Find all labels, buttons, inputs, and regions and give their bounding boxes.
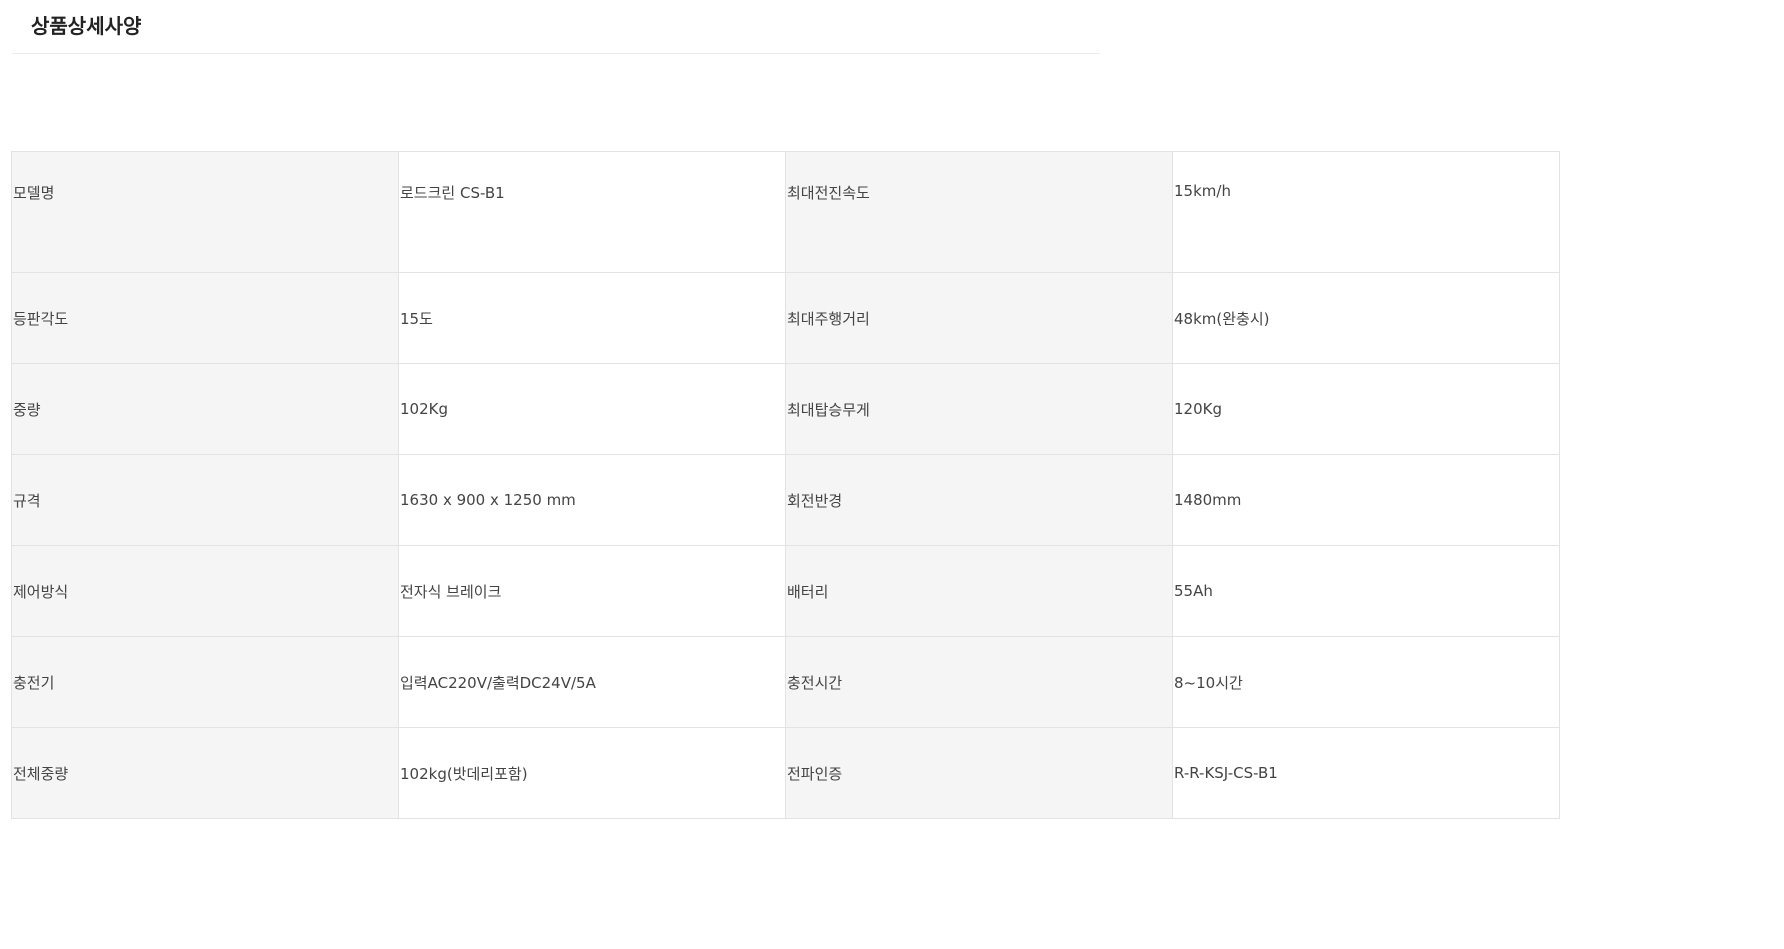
spec-label: 전체중량 — [13, 764, 69, 783]
spec-row: 전체중량 102kg(밧데리포함) 전파인증 R-R-KSJ-CS-B1 — [11, 727, 1560, 819]
spec-label: 최대주행거리 — [787, 309, 870, 328]
spec-row: 규격 1630 x 900 x 1250 mm 회전반경 1480mm — [11, 454, 1560, 546]
spec-value: 1480mm — [1174, 491, 1242, 509]
spec-label-cell: 규격 — [11, 454, 399, 546]
spec-value: 15도 — [400, 309, 433, 328]
spec-label-cell: 최대탑승무게 — [785, 363, 1173, 455]
spec-value: 120Kg — [1174, 400, 1222, 418]
spec-row: 등판각도 15도 최대주행거리 48km(완충시) — [11, 272, 1560, 364]
spec-value: 입력AC220V/출력DC24V/5A — [400, 673, 596, 692]
spec-label: 충전기 — [13, 673, 55, 692]
spec-label-cell: 최대주행거리 — [785, 272, 1173, 364]
spec-value-cell: 102Kg — [398, 363, 786, 455]
spec-label-cell: 회전반경 — [785, 454, 1173, 546]
spec-label: 중량 — [13, 400, 41, 419]
spec-label-cell: 중량 — [11, 363, 399, 455]
spec-label-cell: 충전시간 — [785, 636, 1173, 728]
spec-row: 제어방식 전자식 브레이크 배터리 55Ah — [11, 545, 1560, 637]
spec-value-cell: 1630 x 900 x 1250 mm — [398, 454, 786, 546]
spec-value: 전자식 브레이크 — [400, 582, 502, 601]
spec-label-cell: 제어방식 — [11, 545, 399, 637]
spec-row: 모델명 로드크린 CS-B1 최대전진속도 15km/h — [11, 151, 1560, 273]
spec-value: 48km(완충시) — [1174, 309, 1270, 328]
spec-label: 충전시간 — [787, 673, 843, 692]
spec-label-cell: 최대전진속도 — [785, 151, 1173, 273]
spec-value: 1630 x 900 x 1250 mm — [400, 491, 576, 509]
spec-label-cell: 충전기 — [11, 636, 399, 728]
spec-label-cell: 전파인증 — [785, 727, 1173, 819]
spec-value-cell: 55Ah — [1172, 545, 1560, 637]
spec-value-cell: 15km/h — [1172, 151, 1560, 273]
spec-value-cell: 로드크린 CS-B1 — [398, 151, 786, 273]
spec-label: 회전반경 — [787, 491, 843, 510]
spec-value: 55Ah — [1174, 582, 1213, 600]
spec-value-cell: R-R-KSJ-CS-B1 — [1172, 727, 1560, 819]
section-title: 상품상세사양 — [31, 14, 142, 38]
spec-label: 등판각도 — [13, 309, 69, 328]
spec-label-cell: 모델명 — [11, 151, 399, 273]
spec-label: 최대탑승무게 — [787, 400, 870, 419]
spec-value-cell: 120Kg — [1172, 363, 1560, 455]
spec-value-cell: 전자식 브레이크 — [398, 545, 786, 637]
spec-label: 규격 — [13, 491, 41, 510]
spec-value: 102kg(밧데리포함) — [400, 764, 528, 783]
spec-value: 8~10시간 — [1174, 673, 1243, 692]
spec-row: 중량 102Kg 최대탑승무게 120Kg — [11, 363, 1560, 455]
spec-label: 모델명 — [13, 184, 55, 202]
spec-value-cell: 102kg(밧데리포함) — [398, 727, 786, 819]
spec-label-cell: 등판각도 — [11, 272, 399, 364]
spec-table: 모델명 로드크린 CS-B1 최대전진속도 15km/h 등판각도 15도 최대… — [11, 151, 1560, 819]
spec-value: R-R-KSJ-CS-B1 — [1174, 764, 1278, 782]
spec-label-cell: 배터리 — [785, 545, 1173, 637]
spec-label: 배터리 — [787, 582, 829, 601]
section-header: 상품상세사양 — [12, 0, 1100, 54]
spec-value-cell: 48km(완충시) — [1172, 272, 1560, 364]
spec-value: 102Kg — [400, 400, 448, 418]
spec-label-cell: 전체중량 — [11, 727, 399, 819]
spec-label: 전파인증 — [787, 764, 843, 783]
spec-value: 로드크린 CS-B1 — [400, 184, 505, 202]
spec-value: 15km/h — [1174, 182, 1231, 200]
spec-label: 제어방식 — [13, 582, 69, 601]
spec-value-cell: 15도 — [398, 272, 786, 364]
spec-label: 최대전진속도 — [787, 184, 870, 202]
spec-value-cell: 입력AC220V/출력DC24V/5A — [398, 636, 786, 728]
spec-row: 충전기 입력AC220V/출력DC24V/5A 충전시간 8~10시간 — [11, 636, 1560, 728]
spec-value-cell: 8~10시간 — [1172, 636, 1560, 728]
spec-value-cell: 1480mm — [1172, 454, 1560, 546]
